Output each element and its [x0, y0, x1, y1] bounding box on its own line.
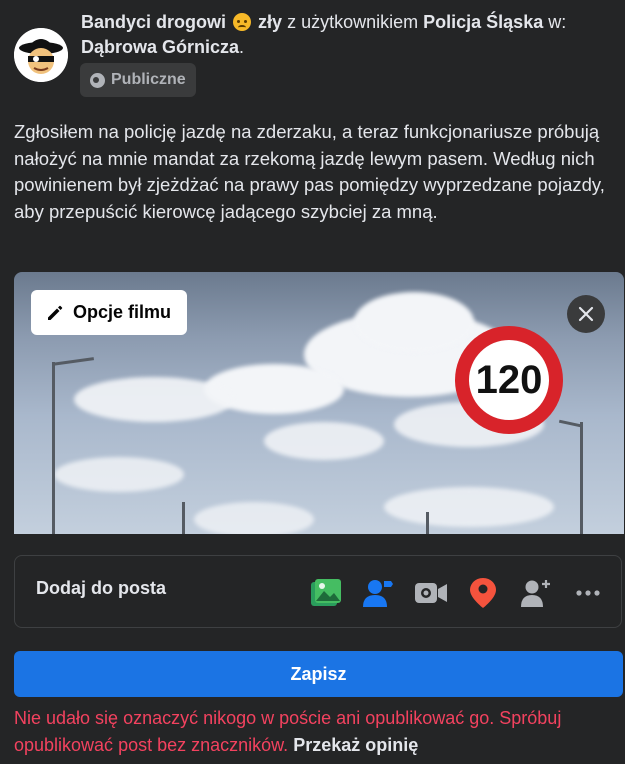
- location-pin-icon: [470, 578, 496, 608]
- header-period: .: [239, 37, 245, 57]
- in-text: w:: [548, 12, 567, 32]
- video-options-label: Opcje filmu: [73, 302, 172, 322]
- more-options-button[interactable]: [571, 576, 605, 610]
- video-preview[interactable]: 120 Opcje filmu: [14, 272, 624, 534]
- cloud: [54, 457, 184, 492]
- with-text: z użytkownikiem: [287, 12, 419, 32]
- author-name[interactable]: Bandyci drogowi: [81, 12, 226, 32]
- pencil-icon: [48, 305, 63, 320]
- error-message: Nie udało się oznaczyć nikogo w poście a…: [14, 705, 614, 759]
- angry-emoji-icon: [233, 13, 252, 31]
- privacy-selector[interactable]: Publiczne: [80, 63, 196, 97]
- photo-video-icon: [311, 579, 341, 606]
- lamp-post: [426, 512, 429, 534]
- lamp-post: [52, 362, 55, 534]
- location-name[interactable]: Dąbrowa Górnicza: [81, 37, 239, 57]
- tagged-user[interactable]: Policja Śląska: [423, 12, 543, 32]
- more-icon: [576, 590, 600, 596]
- cloud: [194, 502, 314, 534]
- tag-people-icon: [363, 580, 393, 607]
- cloud: [354, 292, 474, 352]
- error-text: Nie udało się oznaczyć nikogo w poście a…: [14, 708, 562, 755]
- tag-people-button[interactable]: [361, 576, 395, 610]
- lamp-post: [182, 502, 185, 534]
- lamp-post: [580, 422, 583, 534]
- page-avatar[interactable]: [14, 28, 68, 82]
- video-options-button[interactable]: Opcje filmu: [31, 290, 188, 335]
- globe-icon: [90, 72, 105, 88]
- lamp-arm: [558, 419, 582, 428]
- photo-video-button[interactable]: [309, 576, 343, 610]
- close-icon: [578, 306, 594, 322]
- add-person-button[interactable]: [519, 576, 553, 610]
- post-body[interactable]: Zgłosiłem na policję jazdę na zderzaku, …: [14, 119, 609, 225]
- cloud: [74, 377, 234, 422]
- cloud: [384, 487, 554, 527]
- speed-limit-value: 120: [469, 340, 549, 420]
- speed-limit-sign: 120: [455, 326, 563, 434]
- remove-video-button[interactable]: [567, 295, 605, 333]
- privacy-label: Publiczne: [111, 71, 186, 88]
- location-button[interactable]: [466, 576, 500, 610]
- add-to-post-label: Dodaj do posta: [36, 578, 166, 598]
- add-person-icon: [521, 580, 550, 607]
- lamp-arm: [51, 357, 95, 366]
- save-button[interactable]: Zapisz: [14, 651, 623, 697]
- add-to-post-box: Dodaj do posta: [14, 555, 622, 628]
- feeling-label: zły: [258, 12, 283, 32]
- live-video-icon: [415, 583, 447, 603]
- post-header: Bandyci drogowi zły z użytkownikiem Poli…: [81, 10, 616, 60]
- bandit-avatar-icon: [14, 28, 68, 82]
- live-video-button[interactable]: [414, 576, 448, 610]
- feedback-link[interactable]: Przekaż opinię: [293, 735, 418, 755]
- cloud: [264, 422, 384, 460]
